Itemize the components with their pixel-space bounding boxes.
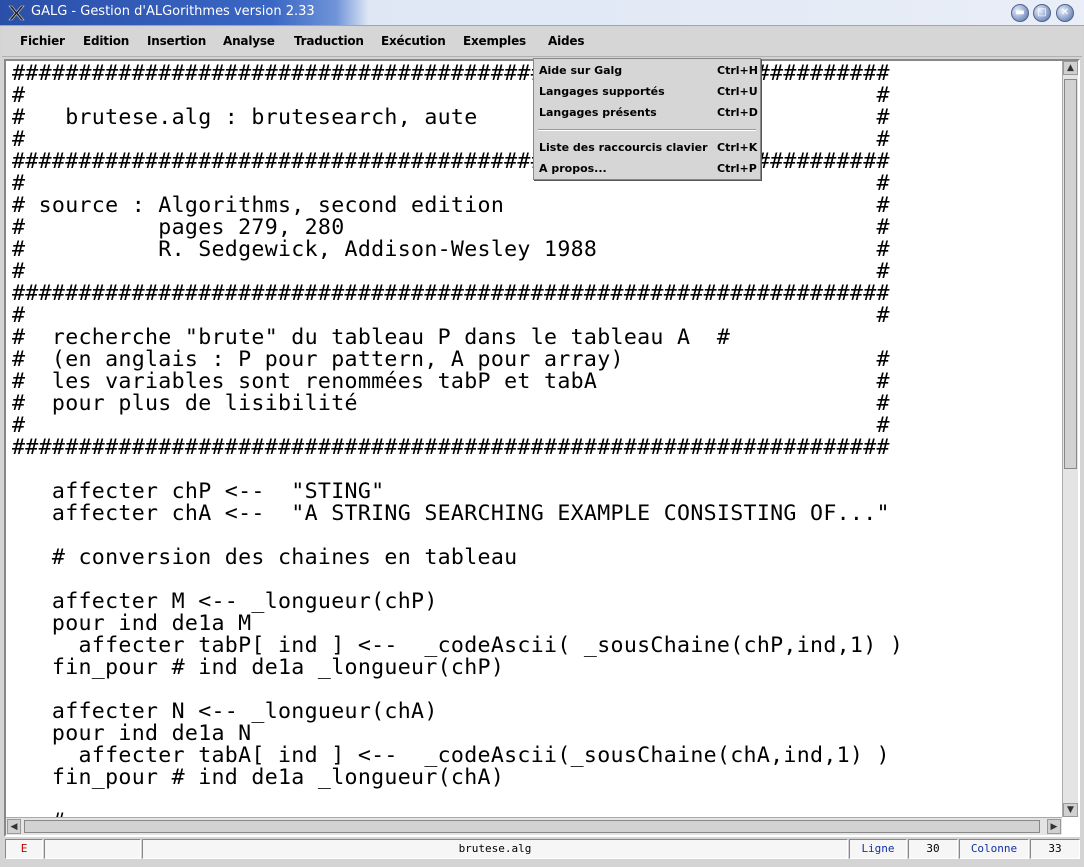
code-line: fin_pour # ind de1a _longueur(chP) <box>12 655 505 680</box>
code-line: # les variables sont renommées tabP et t… <box>12 369 890 394</box>
menu-item-label: Langages présents <box>539 106 657 119</box>
scroll-right-icon[interactable]: ▶ <box>1047 819 1061 834</box>
code-line: affecter tabA[ ind ] <-- _codeAscii(_sou… <box>12 743 890 768</box>
code-line: affecter chA <-- "A STRING SEARCHING EXA… <box>12 501 890 526</box>
code-line: # conversion des chaines en tableau <box>12 545 518 570</box>
menu-item-langages-supportes[interactable]: Langages supportés Ctrl+U <box>539 82 758 102</box>
menu-item-aide-sur-galg[interactable]: Aide sur Galg Ctrl+H <box>539 61 758 81</box>
menu-item-label: Langages supportés <box>539 85 665 98</box>
code-line: affecter N <-- _longueur(chA) <box>12 699 438 724</box>
code-line: # source : Algorithms, second edition # <box>12 193 890 218</box>
code-line: # # <box>12 303 890 328</box>
status-line-label: Ligne <box>849 839 907 859</box>
menu-item-shortcut: Ctrl+P <box>717 162 757 175</box>
close-icon: ✕ <box>1060 7 1070 18</box>
menu-item-langages-presents[interactable]: Langages présents Ctrl+D <box>539 103 758 123</box>
minimize-icon: ▬ <box>1015 7 1025 18</box>
status-bar: E brutese.alg Ligne 30 Colonne 33 <box>0 838 1084 867</box>
menu-fichier[interactable]: Fichier <box>20 34 65 48</box>
code-line: fin_pour # ind de1a _longueur(chA) <box>12 765 505 790</box>
menu-bar: Fichier Edition Insertion Analyse Traduc… <box>2 27 1082 57</box>
code-line: # # <box>12 259 890 284</box>
status-column-value: 33 <box>1030 839 1080 859</box>
minimize-button[interactable]: ▬ <box>1011 4 1029 22</box>
status-line-value: 30 <box>908 839 958 859</box>
scroll-left-icon[interactable]: ◀ <box>7 819 21 834</box>
code-line: # R. Sedgewick, Addison-Wesley 1988 # <box>12 237 890 262</box>
maximize-button[interactable]: □ <box>1033 4 1051 22</box>
code-line: affecter M <-- _longueur(chP) <box>12 589 438 614</box>
menu-item-label: A propos... <box>539 162 607 175</box>
code-line: pour ind de1a N <box>12 721 252 746</box>
menu-item-shortcut: Ctrl+U <box>717 85 758 98</box>
code-line: ########################################… <box>12 435 890 460</box>
menu-traduction[interactable]: Traduction <box>294 34 364 48</box>
code-line: # pages 279, 280 # <box>12 215 890 240</box>
menu-item-liste-raccourcis[interactable]: Liste des raccourcis clavier Ctrl+K <box>539 138 757 158</box>
code-line: # (en anglais : P pour pattern, A pour a… <box>12 347 890 372</box>
code-line: affecter tabP[ ind ] <-- _codeAscii( _so… <box>12 633 904 658</box>
menu-item-shortcut: Ctrl+K <box>717 141 758 154</box>
status-column-label: Colonne <box>959 839 1029 859</box>
menu-execution[interactable]: Exécution <box>381 34 446 48</box>
code-line: # # <box>12 413 890 438</box>
x-app-icon <box>8 5 25 21</box>
menu-insertion[interactable]: Insertion <box>147 34 206 48</box>
title-bar: GALG - Gestion d'ALGorithmes version 2.3… <box>0 0 1084 26</box>
menu-analyse[interactable]: Analyse <box>223 34 275 48</box>
status-empty-field <box>44 839 141 859</box>
menu-edition[interactable]: Edition <box>83 34 129 48</box>
code-line: # recherche "brute" du tableau P dans le… <box>12 325 731 350</box>
window-title: GALG - Gestion d'ALGorithmes version 2.3… <box>31 4 315 19</box>
menu-aides[interactable]: Aides <box>548 34 584 48</box>
menu-separator <box>538 129 756 131</box>
vertical-scroll-thumb[interactable] <box>1064 79 1077 469</box>
aides-dropdown-menu: Aide sur Galg Ctrl+H Langages supportés … <box>533 58 761 180</box>
menu-item-a-propos[interactable]: A propos... Ctrl+P <box>539 159 757 179</box>
close-button[interactable]: ✕ <box>1056 4 1074 22</box>
menu-item-shortcut: Ctrl+H <box>717 64 758 77</box>
menu-item-label: Liste des raccourcis clavier <box>539 141 708 154</box>
code-line: ########################################… <box>12 281 890 306</box>
code-line: pour ind de1a M <box>12 611 252 636</box>
menu-item-label: Aide sur Galg <box>539 64 623 77</box>
horizontal-scrollbar[interactable]: ◀ ▶ <box>6 817 1062 835</box>
scroll-down-icon[interactable]: ▼ <box>1063 803 1078 817</box>
code-line: affecter chP <-- "STING" <box>12 479 385 504</box>
status-mode: E <box>5 839 43 859</box>
status-filename: brutese.alg <box>142 839 848 859</box>
horizontal-scroll-thumb[interactable] <box>24 820 1040 833</box>
code-line: # pour plus de lisibilité # <box>12 391 890 416</box>
vertical-scrollbar[interactable]: ▲ ▼ <box>1062 61 1078 817</box>
maximize-icon: □ <box>1037 7 1047 18</box>
menu-item-shortcut: Ctrl+D <box>717 106 758 119</box>
scroll-up-icon[interactable]: ▲ <box>1063 61 1078 75</box>
menu-exemples[interactable]: Exemples <box>463 34 526 48</box>
